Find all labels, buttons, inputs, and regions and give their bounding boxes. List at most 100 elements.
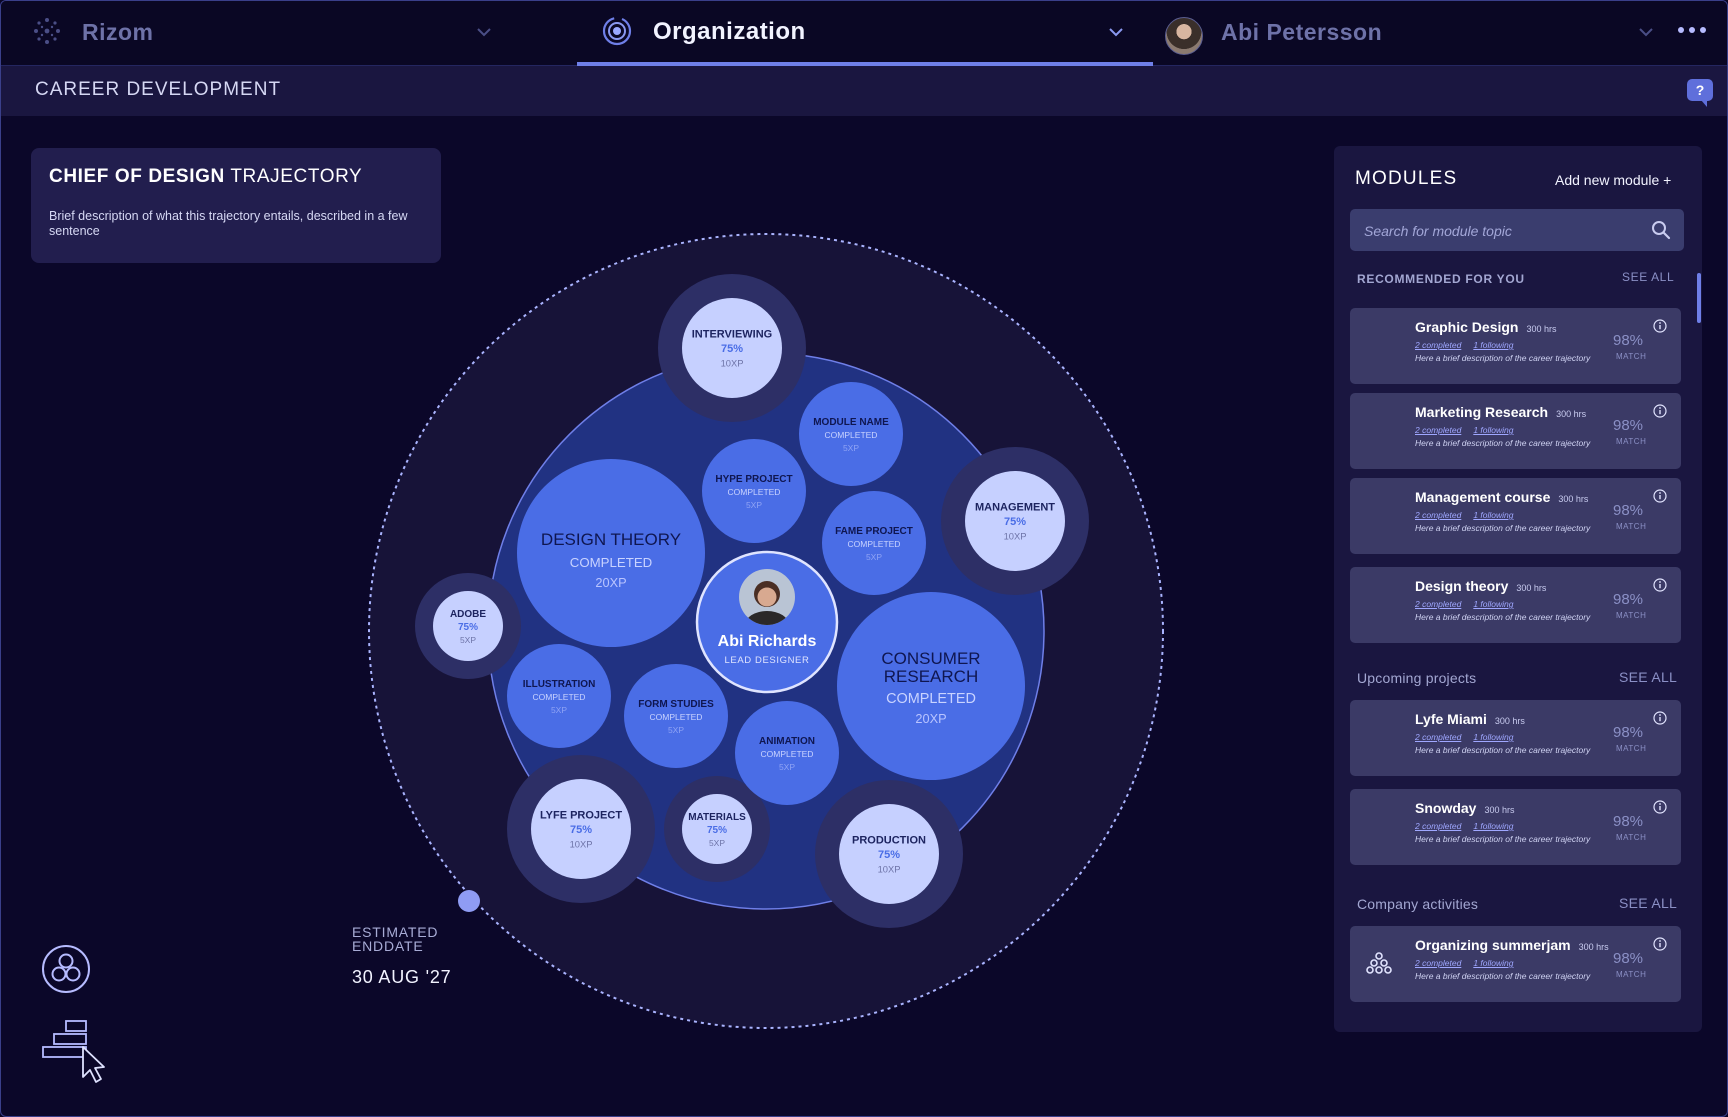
user-name[interactable]: Abi Petersson [1221, 19, 1382, 46]
following-link[interactable]: 1 following [1473, 821, 1513, 831]
module-card[interactable]: Marketing Research 300 hrs 2 completed 1 fo… [1350, 393, 1681, 469]
bubble-management[interactable]: MANAGEMENT 75% 10XP [965, 471, 1065, 571]
module-links: 2 completed 1 following [1415, 599, 1525, 609]
bubble-design-theory[interactable]: DESIGN THEORY COMPLETED 20XP [517, 459, 705, 647]
completed-link[interactable]: 2 completed [1415, 425, 1461, 435]
following-link[interactable]: 1 following [1473, 425, 1513, 435]
bubble-title: LYFE PROJECT [540, 810, 622, 822]
chevron-down-icon[interactable] [1637, 23, 1655, 41]
bubble-interviewing[interactable]: INTERVIEWING 75% 10XP [682, 298, 782, 398]
module-description: Here a brief description of the career t… [1415, 612, 1591, 622]
completed-link[interactable]: 2 completed [1415, 510, 1461, 520]
module-card[interactable]: Snowday 300 hrs 2 completed 1 following Here… [1350, 789, 1681, 865]
info-icon[interactable] [1653, 937, 1667, 951]
add-module-button[interactable]: Add new module + [1555, 172, 1671, 188]
bubble-status: 75% [458, 622, 478, 633]
module-description: Here a brief description of the career t… [1415, 438, 1591, 448]
bubble-animation[interactable]: ANIMATION COMPLETED 5XP [735, 701, 839, 805]
search-input[interactable] [1362, 209, 1646, 253]
organization-name[interactable]: Organization [653, 18, 806, 46]
bubble-title: MANAGEMENT [975, 502, 1055, 514]
info-icon[interactable] [1653, 711, 1667, 725]
completed-link[interactable]: 2 completed [1415, 599, 1461, 609]
panel-scrollbar[interactable] [1697, 273, 1701, 323]
bubble-title: CONSUMER [881, 649, 980, 668]
following-link[interactable]: 1 following [1473, 599, 1513, 609]
bubble-production[interactable]: PRODUCTION 75% 10XP [839, 804, 939, 904]
section-label-recommended: RECOMMENDED FOR YOU [1357, 272, 1525, 286]
bubble-title: RESEARCH [884, 667, 978, 686]
bubble-title: ANIMATION [759, 736, 815, 747]
bubble-status: COMPLETED [650, 712, 703, 722]
bubble-xp: 5XP [460, 635, 476, 645]
module-hours: 300 hrs [1556, 409, 1587, 419]
bubble-view-icon[interactable] [41, 944, 91, 994]
module-card[interactable]: Design theory 300 hrs 2 completed 1 followi… [1350, 567, 1681, 643]
completed-link[interactable]: 2 completed [1415, 958, 1461, 968]
module-description: Here a brief description of the career t… [1415, 353, 1591, 363]
info-icon[interactable] [1653, 800, 1667, 814]
module-card[interactable]: Graphic Design 300 hrs 2 completed 1 follow… [1350, 308, 1681, 384]
bubble-module-name[interactable]: MODULE NAME COMPLETED 5XP [799, 382, 903, 486]
trajectory-description: Brief description of what this trajector… [49, 209, 408, 238]
following-link[interactable]: 1 following [1473, 958, 1513, 968]
bubble-xp: 10XP [1004, 531, 1027, 541]
bubble-circle[interactable] [517, 459, 705, 647]
bubble-lyfe-project[interactable]: LYFE PROJECT 75% 10XP [531, 779, 631, 879]
following-link[interactable]: 1 following [1473, 510, 1513, 520]
info-icon[interactable] [1653, 489, 1667, 503]
search-box [1350, 209, 1684, 253]
following-link[interactable]: 1 following [1473, 340, 1513, 350]
page-header: CAREER DEVELOPMENT [1, 66, 1727, 116]
completed-link[interactable]: 2 completed [1415, 340, 1461, 350]
bubble-status: 75% [878, 849, 900, 861]
enddate-marker[interactable] [458, 890, 480, 912]
see-all-upcoming-link[interactable]: SEE ALL [1619, 669, 1677, 685]
bubble-fame-project[interactable]: FAME PROJECT COMPLETED 5XP [822, 491, 926, 595]
trajectory-title-rest: TRAJECTORY [230, 166, 363, 187]
module-hours: 300 hrs [1558, 494, 1589, 504]
completed-link[interactable]: 2 completed [1415, 732, 1461, 742]
estimated-enddate-value: 30 AUG '27 [352, 967, 452, 987]
following-link[interactable]: 1 following [1473, 732, 1513, 742]
bubble-materials[interactable]: MATERIALS 75% 5XP [682, 794, 752, 864]
bubble-circle[interactable] [837, 592, 1025, 780]
group-activity-icon [1366, 952, 1392, 974]
trajectory-title-bold: CHIEF OF DESIGN [49, 166, 225, 187]
app-name[interactable]: Rizom [82, 19, 154, 46]
chevron-down-icon[interactable] [1107, 23, 1125, 41]
bubble-status: COMPLETED [886, 691, 976, 707]
module-card-title: Lyfe Miami 300 hrs [1415, 711, 1525, 727]
module-card[interactable]: Lyfe Miami 300 hrs 2 completed 1 following H… [1350, 700, 1681, 776]
module-hours: 300 hrs [1578, 942, 1609, 952]
help-icon[interactable]: ? [1687, 79, 1713, 107]
more-options-icon[interactable] [1678, 27, 1706, 33]
bubble-title: ADOBE [450, 609, 486, 620]
chevron-down-icon[interactable] [475, 23, 493, 41]
match-label: MATCH [1616, 522, 1647, 531]
bubble-status: COMPLETED [825, 430, 878, 440]
see-all-recommended-link[interactable]: SEE ALL [1622, 270, 1674, 284]
search-icon[interactable] [1651, 220, 1671, 240]
see-all-company-link[interactable]: SEE ALL [1619, 895, 1677, 911]
completed-link[interactable]: 2 completed [1415, 821, 1461, 831]
bubble-hype-project[interactable]: HYPE PROJECT COMPLETED 5XP [702, 439, 806, 543]
bubble-consumer-research[interactable]: CONSUMERRESEARCH COMPLETED 20XP [837, 592, 1025, 780]
bubble-form-studies[interactable]: FORM STUDIES COMPLETED 5XP [624, 664, 728, 768]
timeline-view-icon[interactable] [41, 1019, 113, 1087]
module-description: Here a brief description of the career t… [1415, 971, 1591, 981]
module-card[interactable]: Management course 300 hrs 2 completed 1 fol… [1350, 478, 1681, 554]
info-icon[interactable] [1653, 578, 1667, 592]
module-card[interactable]: Organizing summerjam 300 hrs 2 completed 1 … [1350, 926, 1681, 1002]
module-hours: 300 hrs [1526, 324, 1557, 334]
enddate-label-line1: ESTIMATED [352, 924, 439, 940]
bubble-xp: 5XP [746, 500, 762, 510]
bubble-adobe[interactable]: ADOBE 75% 5XP [433, 591, 503, 661]
bubble-illustration[interactable]: ILLUSTRATION COMPLETED 5XP [507, 644, 611, 748]
avatar[interactable] [1165, 17, 1203, 55]
info-icon[interactable] [1653, 404, 1667, 418]
info-icon[interactable] [1653, 319, 1667, 333]
module-links: 2 completed 1 following [1415, 340, 1525, 350]
match-percentage: 98% [1613, 332, 1644, 349]
bubble-xp: 20XP [595, 575, 626, 590]
